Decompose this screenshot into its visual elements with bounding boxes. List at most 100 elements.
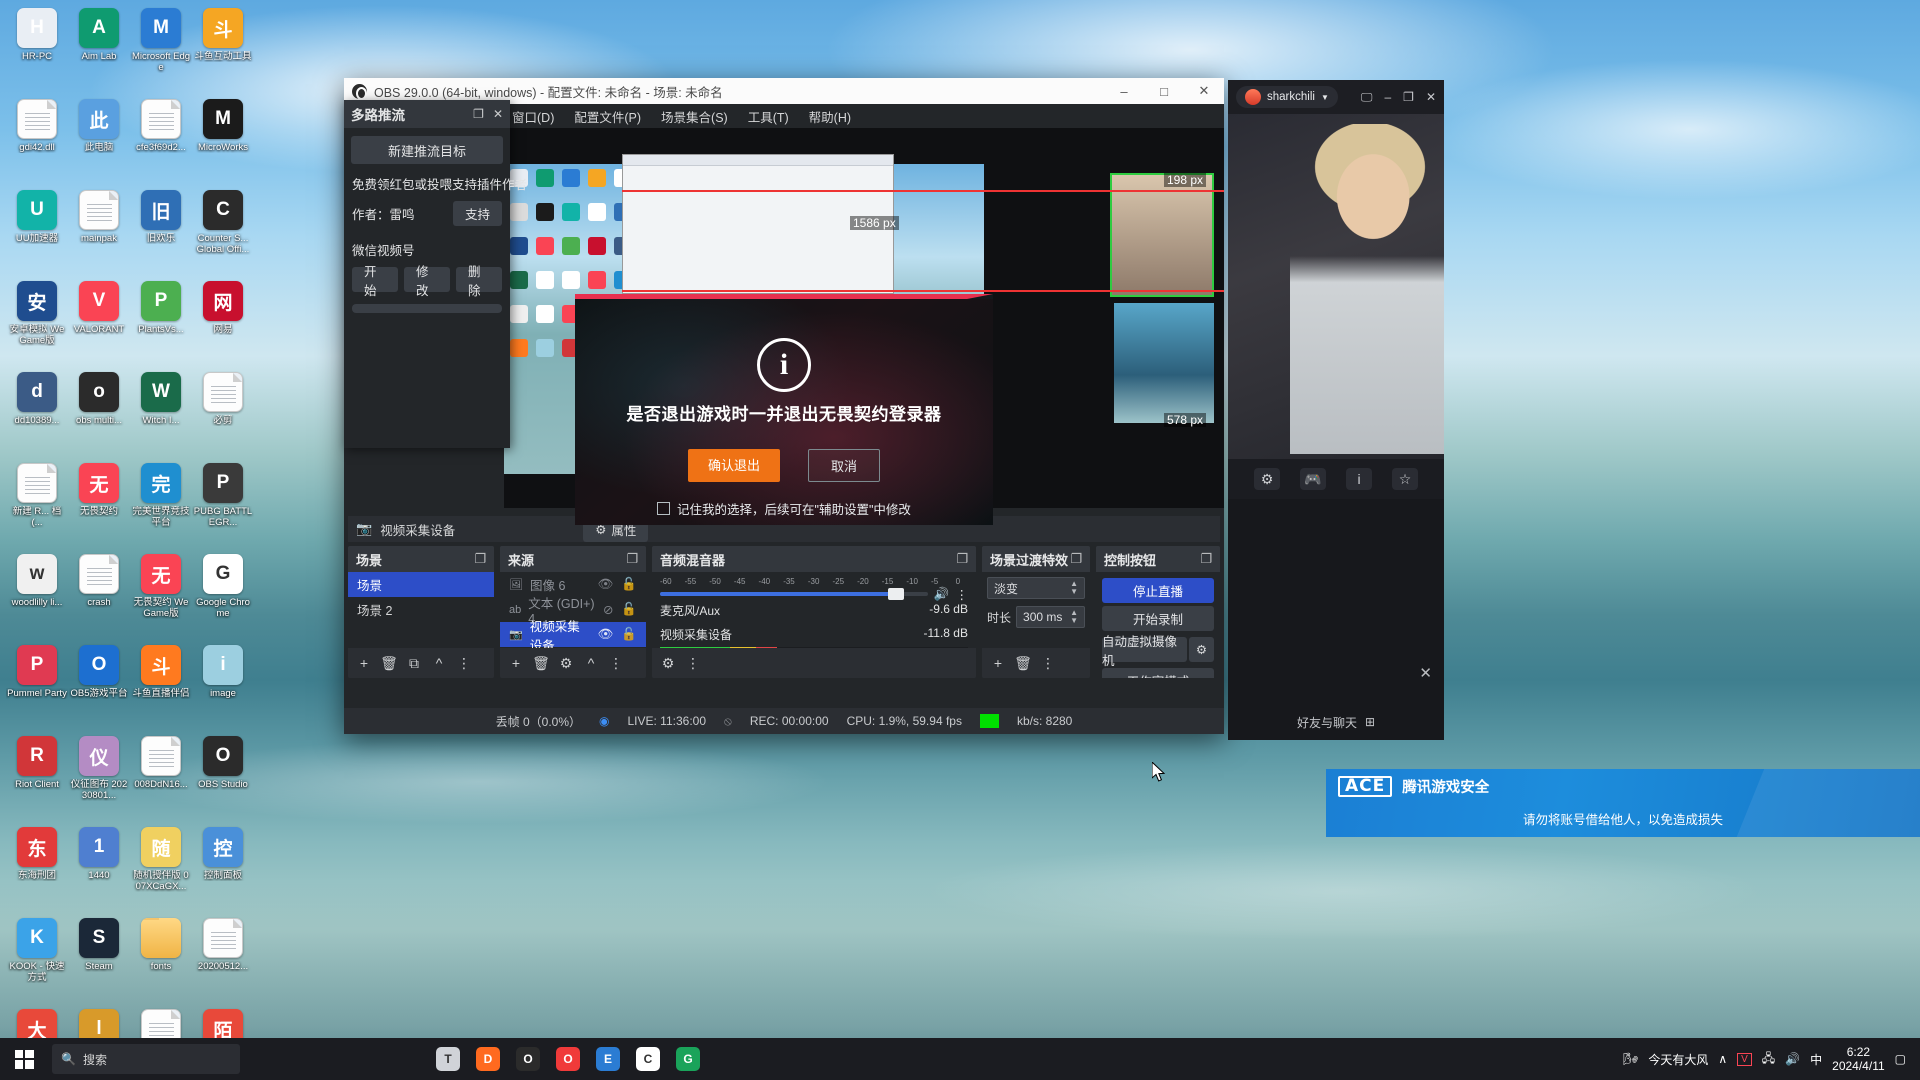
control-button[interactable]: 停止直播 xyxy=(1102,578,1214,603)
desktop-icon[interactable]: 仪仪征图布 20230801... xyxy=(68,732,130,823)
companion-titlebar[interactable]: sharkchili ▼ 🖵 – ❐ ✕ xyxy=(1228,80,1444,114)
desktop-icon[interactable]: w woodlilly li... xyxy=(6,550,68,641)
tray-expand-icon[interactable]: ∧ xyxy=(1718,1052,1727,1066)
scene-list-item[interactable]: 场景 2 xyxy=(348,597,494,622)
multistream-plugin-panel[interactable]: 多路推流 ❐ ✕ 新建推流目标 免费领红包或投喂支持插件作者 作者：雷鸣 支持 … xyxy=(344,100,527,448)
desktop-icon[interactable]: W Witch I... xyxy=(130,368,192,459)
monitor-icon[interactable]: 🖵 xyxy=(1361,90,1373,105)
desktop-icon[interactable]: P PUBG BATTLEGR... xyxy=(192,459,254,550)
cancel-button[interactable]: 取消 xyxy=(808,449,881,482)
mixer-volume-row[interactable]: 🔊 ⋮ xyxy=(660,586,968,602)
minimize-icon[interactable]: – xyxy=(1384,90,1391,104)
desktop-icon[interactable]: R Riot Client xyxy=(6,732,68,823)
companion-window-buttons[interactable]: 🖵 – ❐ ✕ xyxy=(1361,90,1436,105)
desktop-icon[interactable]: 东东海刑团 xyxy=(6,823,68,914)
desktop-icon[interactable]: H HR-PC xyxy=(6,4,68,95)
popout-icon[interactable]: ❐ xyxy=(626,551,638,567)
desktop-icon[interactable]: i image xyxy=(192,641,254,732)
sources-footer-button-0[interactable]: + xyxy=(505,652,527,674)
chat-footer[interactable]: 好友与聊天 ⊞ xyxy=(1228,704,1444,740)
ace-security-toast[interactable]: ACE 腾讯游戏安全 请勿将账号借给他人，以免造成损失 xyxy=(1326,769,1920,837)
transitions-footer[interactable]: + 🗑 ⋮ xyxy=(982,648,1090,678)
desktop-icon[interactable]: O OB5游戏平台 xyxy=(68,641,130,732)
mixer-channel[interactable]: 视频采集设备-11.8 dB-60-55-50-45-40-35-30-25-2… xyxy=(652,621,976,648)
control-button[interactable]: 自动虚拟摄像机 xyxy=(1102,635,1187,668)
desktop-icon[interactable]: 随随机授伴版 007XCaGX... xyxy=(130,823,192,914)
remember-choice-row[interactable]: 记住我的选择，后续可在"辅助设置"中修改 xyxy=(575,499,993,518)
maximize-button[interactable]: □ xyxy=(1144,78,1184,104)
desktop-icon[interactable]: mainpak xyxy=(68,186,130,277)
mixer-channels[interactable]: -60 -55 -50 -45 -40 -35 -30 -25 -20 -15 -10 -5 0 🔊 ⋮ 麦克… xyxy=(652,572,976,648)
plugin-action-button[interactable]: 开始 xyxy=(352,265,398,298)
obs-window-buttons[interactable]: – □ ✕ xyxy=(1104,78,1224,104)
control-button[interactable]: 开始录制 xyxy=(1102,606,1214,631)
minimize-button[interactable]: – xyxy=(1104,78,1144,104)
desktop-icon[interactable]: 斗斗鱼互动工具 xyxy=(192,4,254,95)
chevron-down-icon[interactable]: ▼ xyxy=(1321,93,1329,102)
plugin-action-button[interactable]: 删除 xyxy=(456,265,502,298)
chevron-updown-icon[interactable]: ▲ ▼ xyxy=(1070,609,1078,625)
desktop-icon[interactable]: S Steam xyxy=(68,914,130,1005)
eye-visible-icon[interactable]: 👁 xyxy=(598,627,614,642)
sources-footer[interactable]: + 🗑 ⚙ ^ ⋮ xyxy=(500,648,646,678)
desktop-icon[interactable]: 网网易 xyxy=(192,277,254,368)
taskbar-app-douyu[interactable]: D xyxy=(468,1038,508,1080)
taskbar-clock[interactable]: 6:22 2024/4/11 xyxy=(1832,1045,1885,1073)
desktop-icon[interactable]: 无无畏契约 xyxy=(68,459,130,550)
desktop-icon[interactable]: 安安卓模拟 WeGame版 xyxy=(6,277,68,368)
desktop-icon[interactable]: d dd10389... xyxy=(6,368,68,459)
menu-item-2[interactable]: 场景集合(S) xyxy=(661,107,728,126)
transitions-footer-button-0[interactable]: + xyxy=(987,652,1009,674)
popout-icon[interactable]: ❐ xyxy=(474,551,486,567)
desktop-icon[interactable]: 此此电脑 xyxy=(68,95,130,186)
scenes-footer-button-0[interactable]: + xyxy=(353,652,375,674)
volume-slider[interactable] xyxy=(660,588,928,600)
menu-item-0[interactable]: 窗口(D) xyxy=(512,107,554,126)
sources-footer-button-2[interactable]: ⚙ xyxy=(555,652,577,674)
plugin-header-icons[interactable]: ❐ ✕ xyxy=(473,107,503,121)
desktop-icon[interactable]: 008DdN16... xyxy=(130,732,192,823)
chevron-updown-icon[interactable]: ▲ ▼ xyxy=(1070,580,1078,596)
popout-icon[interactable]: ❐ xyxy=(1200,551,1212,567)
valorant-tray-icon[interactable]: V xyxy=(1737,1052,1752,1066)
windows-taskbar[interactable]: 🔍 搜索 TDOOECG 🌬 今天有大风 ∧ V 🖧 🔊 中 6:22 2024… xyxy=(0,1038,1920,1080)
scenes-footer-button-4[interactable]: ⋮ xyxy=(453,652,475,674)
gear-icon[interactable]: ⚙ xyxy=(1254,468,1280,490)
expand-icon[interactable]: ⊞ xyxy=(1365,715,1375,729)
taskbar-apps[interactable]: TDOOECG xyxy=(428,1038,708,1080)
sources-footer-button-1[interactable]: 🗑 xyxy=(530,652,552,674)
close-icon[interactable]: ✕ xyxy=(1426,90,1436,104)
scenes-footer-button-1[interactable]: 🗑 xyxy=(378,652,400,674)
control-button[interactable]: 工作室模式 xyxy=(1102,668,1214,678)
desktop-icon[interactable]: O OBS Studio xyxy=(192,732,254,823)
desktop-icon[interactable]: 控控制面板 xyxy=(192,823,254,914)
desktop-icon[interactable]: U UU加速器 xyxy=(6,186,68,277)
weather-label[interactable]: 今天有大风 xyxy=(1648,1051,1708,1068)
desktop-icon[interactable]: 斗斗鱼直播伴侣 xyxy=(130,641,192,732)
desktop-icon[interactable]: o obs multi... xyxy=(68,368,130,459)
plugin-action-button[interactable]: 修改 xyxy=(404,265,450,298)
desktop-icon[interactable]: P PlantsVs... xyxy=(130,277,192,368)
mixer-footer[interactable]: ⚙ ⋮ xyxy=(652,648,976,678)
lock-open-icon[interactable]: 🔓 xyxy=(621,602,637,617)
gear-icon[interactable]: ⚙ xyxy=(1189,637,1214,662)
taskbar-app-opera-gx[interactable]: O xyxy=(548,1038,588,1080)
desktop-icon[interactable]: 无无畏契约 WeGame版 xyxy=(130,550,192,641)
desktop-icon[interactable]: cfe3f69d2... xyxy=(130,95,192,186)
desktop-icon[interactable]: A Aim Lab xyxy=(68,4,130,95)
menu-item-1[interactable]: 配置文件(P) xyxy=(574,107,641,126)
transitions-body[interactable]: 淡变 ▲ ▼ 时长 300 ms ▲ ▼ xyxy=(982,572,1090,648)
start-button[interactable] xyxy=(0,1038,48,1080)
remember-checkbox[interactable] xyxy=(657,502,671,515)
notifications-icon[interactable]: ▢ xyxy=(1895,1052,1906,1066)
desktop-icon[interactable]: 20200512... xyxy=(192,914,254,1005)
desktop-icon[interactable]: M Microsoft Edge xyxy=(130,4,192,95)
streamer-companion-window[interactable]: sharkchili ▼ 🖵 – ❐ ✕ ⚙ 🎮 i ☆ ✕ 好友与聊天 ⊞ xyxy=(1228,80,1444,740)
taskbar-app-obs[interactable]: O xyxy=(508,1038,548,1080)
transition-select[interactable]: 淡变 ▲ ▼ xyxy=(987,577,1085,599)
plugin-button-row[interactable]: 开始 修改 删除 xyxy=(344,265,510,298)
mixer-footer-button-0[interactable]: ⚙ xyxy=(657,652,679,674)
desktop-icon[interactable]: 旧旧欢乐 xyxy=(130,186,192,277)
desktop-icon[interactable]: 新建 R... 档 (... xyxy=(6,459,68,550)
maximize-icon[interactable]: ❐ xyxy=(1403,90,1414,104)
